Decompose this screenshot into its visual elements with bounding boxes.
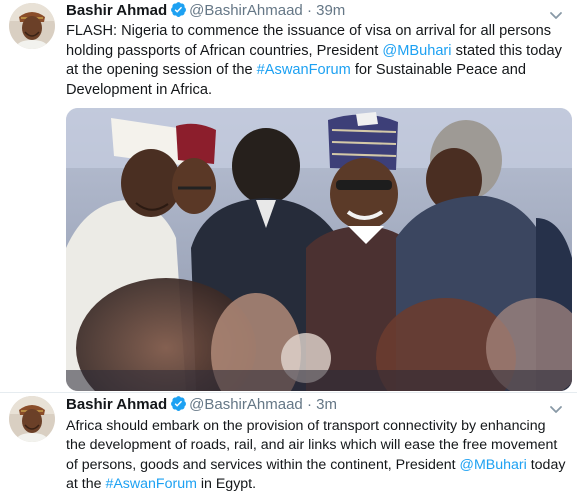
- author-handle[interactable]: @BashirAhmaad: [189, 396, 303, 413]
- tweet-header: Bashir Ahmad @BashirAhmaad · 39m: [66, 1, 547, 21]
- tweet-photo[interactable]: [66, 108, 572, 391]
- tweet-text: FLASH: Nigeria to commence the issuance …: [66, 22, 571, 100]
- tweet[interactable]: Bashir Ahmad @BashirAhmaad · 3m Africa sh…: [0, 392, 577, 493]
- tweet-timestamp[interactable]: 3m: [316, 396, 337, 413]
- avatar[interactable]: [9, 3, 55, 49]
- mention-link[interactable]: @MBuhari: [460, 457, 527, 473]
- tweet-text: Africa should embark on the provision of…: [66, 417, 566, 493]
- tweet-text-part: in Egypt.: [196, 475, 257, 492]
- hashtag-link[interactable]: #AswanForum: [257, 62, 351, 78]
- verified-badge-icon: [170, 395, 187, 412]
- author-handle[interactable]: @BashirAhmaad: [189, 2, 303, 19]
- separator-dot: ·: [306, 396, 312, 413]
- mention-link[interactable]: @MBuhari: [382, 43, 451, 59]
- separator-dot: ·: [306, 2, 312, 19]
- chevron-down-icon[interactable]: [549, 402, 563, 413]
- tweet-header: Bashir Ahmad @BashirAhmaad · 3m: [66, 395, 547, 415]
- verified-badge-icon: [170, 1, 187, 18]
- tweet[interactable]: Bashir Ahmad @BashirAhmaad · 39m FLASH: N…: [0, 0, 577, 392]
- tweet-timestamp[interactable]: 39m: [316, 2, 345, 19]
- avatar[interactable]: [9, 396, 55, 442]
- author-name[interactable]: Bashir Ahmad: [66, 2, 167, 19]
- chevron-down-icon[interactable]: [549, 8, 563, 19]
- hashtag-link[interactable]: #AswanForum: [105, 476, 196, 492]
- author-name[interactable]: Bashir Ahmad: [66, 396, 167, 413]
